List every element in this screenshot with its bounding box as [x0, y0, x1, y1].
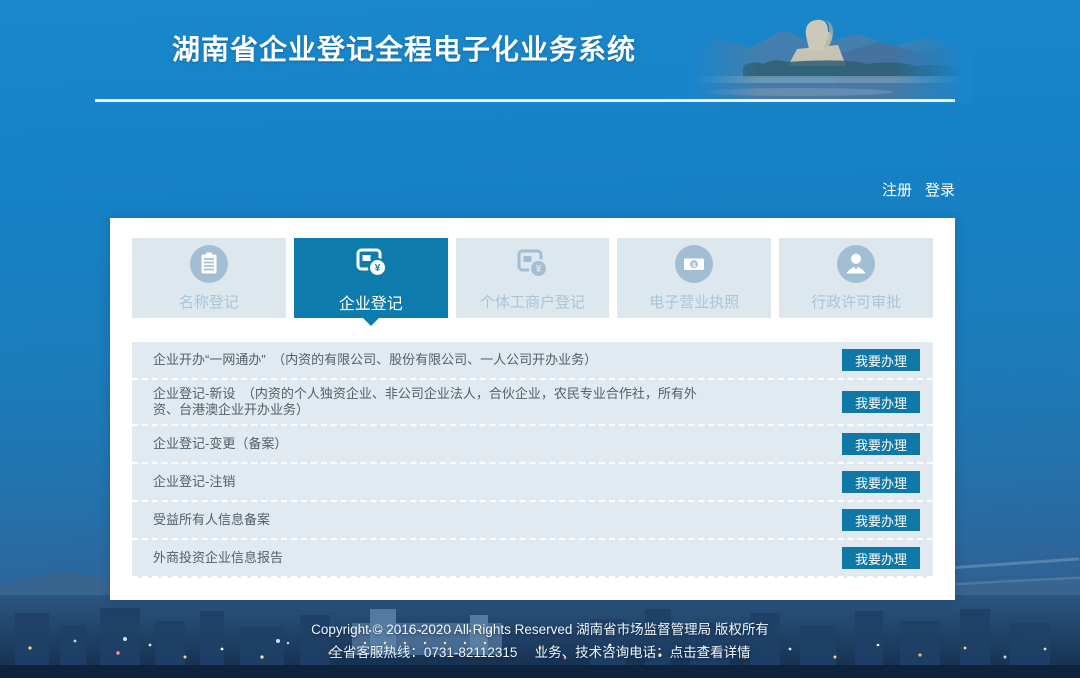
auth-links: 注册 登录	[882, 179, 955, 200]
service-label: 外商投资企业信息报告	[146, 544, 283, 572]
tab-administrative-license-approval[interactable]: 行政许可审批	[779, 238, 933, 318]
service-row: 企业登记-注销 我要办理	[132, 464, 933, 502]
register-device-icon: ¥	[512, 244, 552, 284]
main-card: 名称登记 ¥ 企业登记 ¥ 个体工商户登记 $ 电子营业执照 行政许可审批 企业开办“一网通办…	[110, 218, 955, 600]
page: 湖南省企业登记全程电子化业务系统 注册 登录 名称登记 ¥ 企业登记 ¥ 个体工商户登记…	[0, 0, 1080, 678]
site-title: 湖南省企业登记全程电子化业务系统	[172, 28, 636, 68]
svg-text:¥: ¥	[536, 264, 542, 275]
tab-label: 名称登记	[179, 291, 239, 312]
tab-label: 企业登记	[339, 290, 403, 314]
document-icon	[189, 244, 229, 284]
tab-enterprise-registration[interactable]: ¥ 企业登记	[294, 238, 448, 318]
service-label: 企业登记-变更（备案）	[146, 430, 287, 458]
service-row: 外商投资企业信息报告 我要办理	[132, 540, 933, 578]
register-link[interactable]: 注册	[882, 179, 912, 200]
service-label: 企业登记-新设 （内资的个人独资企业、非公司企业法人，合伙企业，农民专业合作社，…	[146, 380, 698, 424]
apply-button[interactable]: 我要办理	[842, 547, 920, 569]
service-label: 受益所有人信息备案	[146, 506, 270, 534]
service-list: 企业开办“一网通办” （内资的有限公司、股份有限公司、一人公司开办业务） 我要办理…	[132, 342, 933, 578]
copyright-text: Copyright © 2016-2020 All Rights Reserve…	[0, 618, 1080, 641]
apply-button[interactable]: 我要办理	[842, 349, 920, 371]
banknote-icon: $	[674, 244, 714, 284]
scene-fade	[892, 0, 972, 103]
scene-fade	[688, 0, 758, 103]
service-row: 企业登记-变更（备案） 我要办理	[132, 426, 933, 464]
svg-text:$: $	[692, 262, 696, 269]
tab-label: 行政许可审批	[811, 291, 901, 312]
header-divider	[95, 99, 955, 102]
tab-name-registration[interactable]: 名称登记	[132, 238, 286, 318]
tab-label: 个体工商户登记	[480, 291, 585, 312]
tab-label: 电子营业执照	[649, 291, 739, 312]
login-link[interactable]: 登录	[925, 179, 955, 200]
apply-button[interactable]: 我要办理	[842, 391, 920, 413]
apply-button[interactable]: 我要办理	[842, 471, 920, 493]
apply-button[interactable]: 我要办理	[842, 433, 920, 455]
apply-button[interactable]: 我要办理	[842, 509, 920, 531]
details-link[interactable]: 点击查看详情	[670, 645, 751, 660]
hotline-text: 全省客服热线：0731-82112315 业务、技术咨询电话：	[329, 645, 669, 660]
register-device-icon: ¥	[351, 243, 391, 283]
site-header: 湖南省企业登记全程电子化业务系统	[0, 0, 1080, 103]
service-row: 企业登记-新设 （内资的个人独资企业、非公司企业法人，合伙企业，农民专业合作社，…	[132, 380, 933, 426]
svg-text:¥: ¥	[374, 263, 380, 274]
tab-individual-business-registration[interactable]: ¥ 个体工商户登记	[456, 238, 610, 318]
person-icon	[836, 244, 876, 284]
tab-electronic-business-license[interactable]: $ 电子营业执照	[617, 238, 771, 318]
service-label: 企业开办“一网通办” （内资的有限公司、股份有限公司、一人公司开办业务）	[146, 346, 597, 374]
page-footer: Copyright © 2016-2020 All Rights Reserve…	[0, 618, 1080, 664]
service-label: 企业登记-注销	[146, 468, 235, 496]
service-row: 受益所有人信息备案 我要办理	[132, 502, 933, 540]
service-row: 企业开办“一网通办” （内资的有限公司、股份有限公司、一人公司开办业务） 我要办理	[132, 342, 933, 380]
hotline-line: 全省客服热线：0731-82112315 业务、技术咨询电话：点击查看详情	[0, 641, 1080, 664]
tab-bar: 名称登记 ¥ 企业登记 ¥ 个体工商户登记 $ 电子营业执照 行政许可审批	[132, 238, 933, 318]
